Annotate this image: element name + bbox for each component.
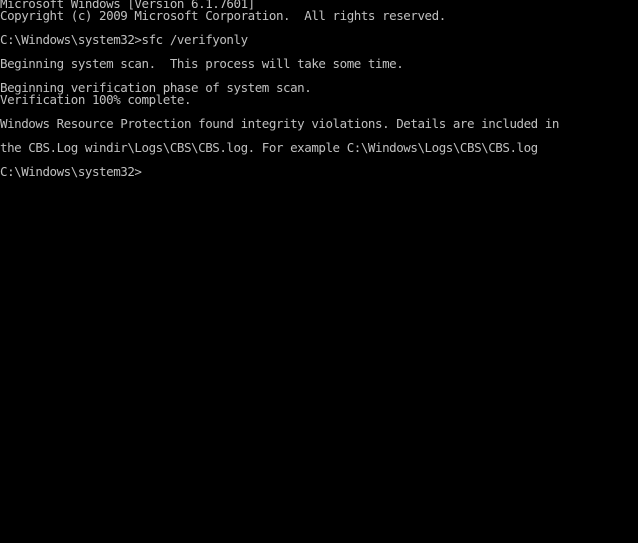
console-line-prompt-current[interactable]: C:\Windows\system32> [0,165,638,178]
console-line-scan-start: Beginning system scan. This process will… [0,56,404,71]
console-line-copyright: Copyright (c) 2009 Microsoft Corporation… [0,8,446,23]
console-line-command-prompt-sfc: C:\Windows\system32>sfc /verifyonly [0,32,248,47]
console-line-verification-progress: Verification 100% complete. [0,92,192,107]
console-line-result-1: Windows Resource Protection found integr… [0,116,559,131]
command-prompt-window[interactable]: Microsoft Windows [Version 6.1.7601] Cop… [0,0,638,543]
console-line-result-2: the CBS.Log windir\Logs\CBS\CBS.log. For… [0,140,538,155]
console-output-buffer[interactable]: Microsoft Windows [Version 6.1.7601] Cop… [0,0,638,178]
